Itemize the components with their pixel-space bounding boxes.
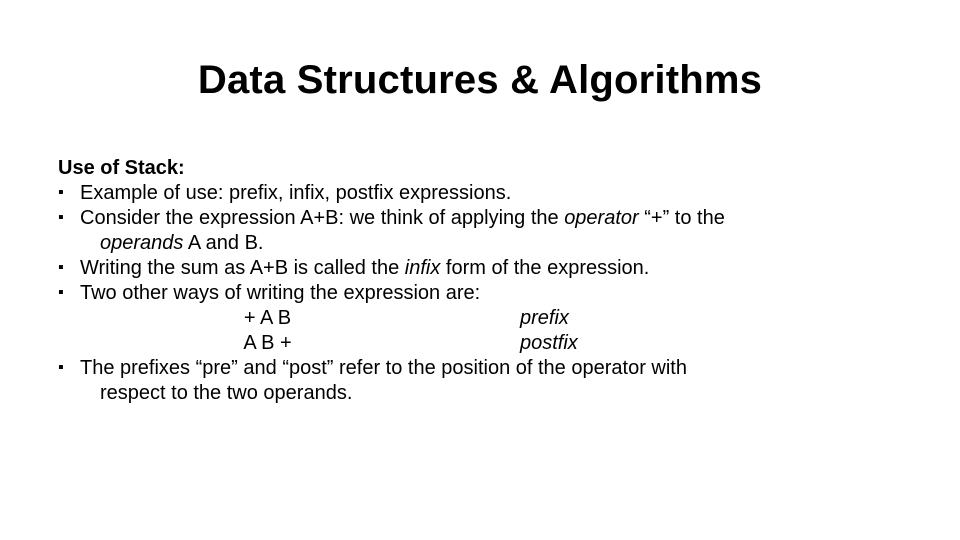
bullet-item: Example of use: prefix, infix, postfix e…	[58, 181, 920, 206]
bullet-text: form of the expression.	[440, 257, 649, 279]
bullet-text: A and B.	[183, 232, 263, 254]
bullet-text: “+” to the	[639, 207, 725, 229]
bullet-text: Consider the expression A+B: we think of…	[80, 207, 564, 229]
bullet-continuation: respect to the two operands.	[80, 381, 920, 406]
italic-text: infix	[405, 257, 441, 279]
bullet-text: Two other ways of writing the expression…	[80, 282, 480, 304]
bullet-item: Consider the expression A+B: we think of…	[58, 206, 920, 256]
slide-body: Use of Stack: Example of use: prefix, in…	[58, 156, 920, 406]
bullet-item: Two other ways of writing the expression…	[58, 281, 920, 356]
section-heading: Use of Stack:	[58, 156, 920, 181]
bullet-text: Writing the sum as A+B is called the	[80, 257, 405, 279]
slide-title: Data Structures & Algorithms	[0, 58, 960, 103]
notation-expression: A B +	[100, 331, 435, 356]
notation-label: postfix	[435, 331, 578, 356]
notation-row: + A B prefix	[100, 306, 920, 331]
bullet-list: Example of use: prefix, infix, postfix e…	[58, 181, 920, 406]
bullet-item: The prefixes “pre” and “post” refer to t…	[58, 356, 920, 406]
notation-expression: + A B	[100, 306, 435, 331]
bullet-text: Example of use: prefix, infix, postfix e…	[80, 182, 511, 204]
notation-row: A B + postfix	[100, 331, 920, 356]
italic-text: operands	[100, 232, 183, 254]
notation-label: prefix	[435, 306, 569, 331]
bullet-continuation: + A B prefix A B + postfix	[80, 306, 920, 356]
bullet-continuation: operands A and B.	[80, 231, 920, 256]
bullet-item: Writing the sum as A+B is called the inf…	[58, 256, 920, 281]
italic-text: operator	[564, 207, 639, 229]
bullet-text: The prefixes “pre” and “post” refer to t…	[80, 357, 687, 379]
